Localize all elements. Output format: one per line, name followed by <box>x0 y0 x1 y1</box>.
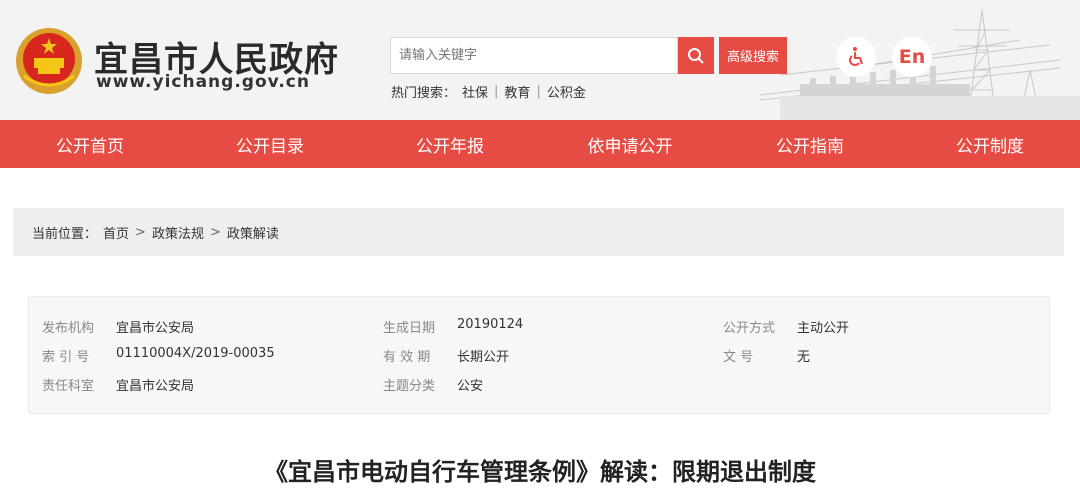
index-label: 索 引 号 <box>42 350 90 365</box>
nav-item-home[interactable]: 公开首页 <box>0 120 180 168</box>
hot-keyword-social[interactable]: 社保 <box>462 82 488 101</box>
date-label: 生成日期 <box>383 321 436 336</box>
breadcrumb-item-home[interactable]: 首页 <box>103 223 129 242</box>
breadcrumb-label: 当前位置： <box>32 226 98 242</box>
nav-item-annual-report[interactable]: 公开年报 <box>360 120 540 168</box>
advanced-search-button[interactable]: 高级搜索 <box>719 37 787 74</box>
article-title: 《宜昌市电动自行车管理条例》解读：限期退出制度 <box>264 458 816 486</box>
breadcrumb-item-interpretation[interactable]: 政策解读 <box>227 223 279 242</box>
doc-no-value: 无 <box>797 350 811 365</box>
national-emblem-logo <box>16 28 82 94</box>
separator: | <box>494 84 499 99</box>
hot-keyword-fund[interactable]: 公积金 <box>547 82 586 101</box>
nav-item-system[interactable]: 公开制度 <box>900 120 1080 168</box>
breadcrumb-item-policy[interactable]: 政策法规 <box>152 223 204 242</box>
search-button[interactable] <box>678 37 714 74</box>
document-metadata: 发布机构 宜昌市公安局 生成日期 20190124 公开方式 主动公开 索 引 … <box>28 296 1050 414</box>
date-value: 20190124 <box>457 317 524 332</box>
nav-item-request[interactable]: 依申请公开 <box>540 120 720 168</box>
site-url: www.yichang.gov.cn <box>96 72 310 92</box>
mode-value: 主动公开 <box>797 321 850 336</box>
english-button[interactable]: En <box>892 37 932 77</box>
topic-label: 主题分类 <box>383 379 436 394</box>
nav-item-guide[interactable]: 公开指南 <box>720 120 900 168</box>
nav-item-catalog[interactable]: 公开目录 <box>180 120 360 168</box>
separator: | <box>536 84 541 99</box>
doc-no-label: 文 号 <box>723 350 754 365</box>
index-value: 01110004X/2019-00035 <box>116 346 275 361</box>
validity-label: 有 效 期 <box>383 350 431 365</box>
site-header: 宜昌市人民政府 www.yichang.gov.cn 高级搜索 热门搜索： 社保… <box>0 0 1080 120</box>
breadcrumb-separator: > <box>209 224 221 240</box>
hot-keyword-education[interactable]: 教育 <box>504 82 530 101</box>
breadcrumb: 当前位置： 首页 > 政策法规 > 政策解读 <box>13 208 1064 256</box>
hot-search: 热门搜索： 社保 | 教育 | 公积金 <box>391 82 586 101</box>
wheelchair-icon <box>849 47 863 66</box>
publisher-value: 宜昌市公安局 <box>116 321 195 336</box>
validity-value: 长期公开 <box>457 350 510 365</box>
search-input[interactable] <box>390 37 678 74</box>
mode-label: 公开方式 <box>723 321 776 336</box>
topic-value: 公安 <box>457 379 484 394</box>
main-nav: 公开首页 公开目录 公开年报 依申请公开 公开指南 公开制度 <box>0 120 1080 168</box>
dept-value: 宜昌市公安局 <box>116 379 195 394</box>
dept-label: 责任科室 <box>42 379 95 394</box>
hot-search-label: 热门搜索： <box>391 86 457 101</box>
breadcrumb-separator: > <box>135 224 146 240</box>
search-icon <box>688 47 704 64</box>
accessibility-button[interactable] <box>836 37 876 77</box>
publisher-label: 发布机构 <box>42 321 95 336</box>
